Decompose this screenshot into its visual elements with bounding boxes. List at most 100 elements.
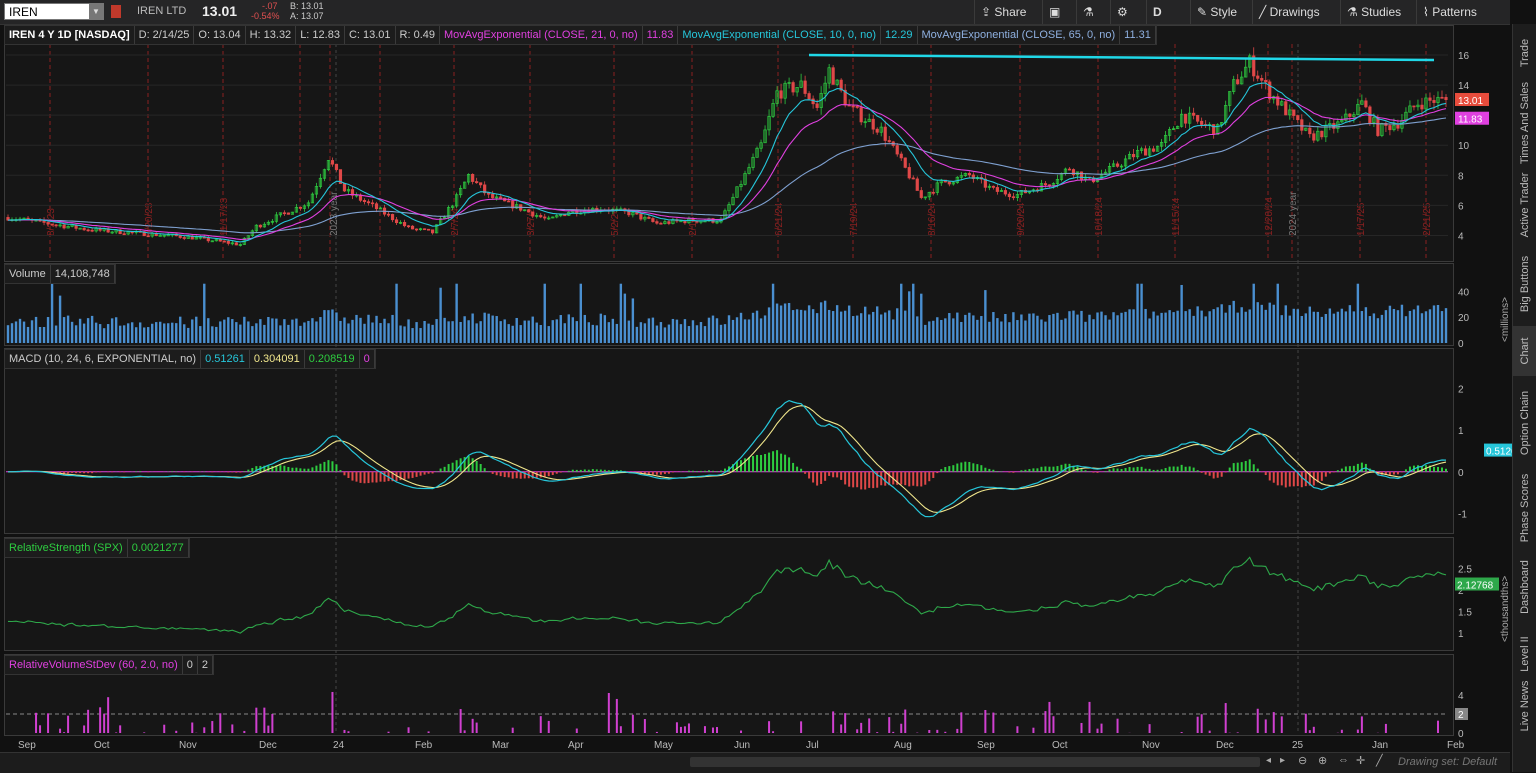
price-tick-10: 10 [1458, 141, 1470, 152]
sidebar-tab-option-chain[interactable]: Option Chain [1513, 378, 1536, 468]
rvs-label[interactable]: RelativeVolumeStDev (60, 2.0, no) [5, 656, 183, 674]
candle-body [1071, 169, 1076, 176]
ohlc-high: H: 13.32 [246, 26, 297, 44]
candle-body [1412, 105, 1416, 108]
candle-body [851, 105, 855, 108]
ema21-label[interactable]: MovAvgExponential (CLOSE, 21, 0, no) [440, 26, 643, 44]
sidebar-tab-phase-scores[interactable]: Phase Scores [1513, 470, 1536, 545]
price-tick-14: 14 [1458, 81, 1470, 92]
candle-body [479, 182, 483, 186]
scrollbar[interactable] [690, 757, 1260, 767]
candle-body [1312, 133, 1316, 141]
candle-body [430, 229, 435, 234]
time-label-Oct: Oct [94, 740, 110, 751]
candle-body [655, 221, 659, 224]
candle-body [146, 235, 150, 238]
candle-body [995, 187, 999, 192]
candle-body [1200, 120, 1204, 125]
candle-body [899, 153, 903, 159]
candle-body [903, 157, 907, 168]
candle-body [226, 240, 230, 244]
zoom-in-icon[interactable]: ⊕ [1318, 754, 1327, 767]
rs-label[interactable]: RelativeStrength (SPX) [5, 539, 128, 557]
candle-body [222, 240, 226, 243]
macd-tick-1: 1 [1458, 426, 1464, 437]
candle-body [667, 221, 671, 224]
rs-header: RelativeStrength (SPX) 0.0021277 [4, 538, 190, 558]
ohlc-close: C: 13.01 [345, 26, 396, 44]
rs-tick-2.5: 2.5 [1458, 565, 1472, 576]
sidebar-tab-big-buttons[interactable]: Big Buttons [1513, 244, 1536, 324]
candle-body [635, 212, 639, 215]
crosshair-icon[interactable]: ✛ [1356, 754, 1365, 767]
drawing-set[interactable]: Drawing set: Default [1398, 756, 1497, 768]
candle-body [1256, 75, 1260, 79]
time-label-Jun: Jun [734, 740, 750, 751]
candle-body [1003, 190, 1007, 195]
candle-body [218, 239, 222, 242]
sidebar-tab-label: Phase Scores [1519, 473, 1531, 542]
candle-body [491, 193, 495, 199]
rs-tick-1.5: 1.5 [1458, 608, 1472, 619]
candle-body [695, 220, 699, 223]
candle-body [258, 224, 262, 228]
right-sidebar: Trade Times And Sales Active Trader Big But… [1512, 24, 1536, 772]
macd-signal-line [8, 405, 1447, 513]
sidebar-tab-dashboard[interactable]: Dashboard [1513, 547, 1536, 627]
candle-body [907, 167, 911, 179]
candle-body [915, 178, 919, 191]
event-label-11: 9/20/24 [1016, 202, 1027, 236]
candle-body [334, 163, 339, 170]
sidebar-tab-label: Option Chain [1519, 390, 1531, 456]
ema65-label[interactable]: MovAvgExponential (CLOSE, 65, 0, no) [918, 26, 1121, 44]
candle-body [1420, 104, 1424, 110]
ema10-label[interactable]: MovAvgExponential (CLOSE, 10, 0, no) [678, 26, 881, 44]
sidebar-tab-label: Level II [1519, 636, 1531, 672]
macd-value: 0.51261 [201, 350, 250, 368]
candle-body [1115, 163, 1120, 167]
macd-zero-value: 0 [360, 350, 375, 368]
scroll-left-icon[interactable]: ◂ [1266, 755, 1271, 766]
time-label-Feb: Feb [1447, 740, 1465, 751]
candle-body [86, 229, 90, 232]
event-label-6: 5/2/24 [610, 208, 621, 236]
candle-body [1184, 113, 1188, 124]
time-label-Aug: Aug [894, 740, 912, 751]
macd-tick-0: 0 [1458, 468, 1464, 479]
volume-tick-20: 20 [1458, 313, 1470, 324]
chart-title: IREN 4 Y 1D [NASDAQ] [5, 26, 135, 44]
price-header: IREN 4 Y 1D [NASDAQ] D: 2/14/25 O: 13.04 H:… [4, 25, 1157, 45]
scroll-right-icon[interactable]: ▸ [1280, 755, 1285, 766]
candle-body [402, 222, 407, 227]
candle-body [887, 140, 891, 143]
candle-body [831, 67, 835, 85]
event-label-17: 2/21/25 [1422, 202, 1433, 236]
candle-body [507, 200, 511, 203]
macd-label[interactable]: MACD (10, 24, 6, EXPONENTIAL, no) [5, 350, 202, 368]
candle-body [651, 218, 655, 222]
sidebar-tab-chart[interactable]: Chart [1513, 326, 1536, 376]
candle-body [1079, 171, 1084, 180]
candle-body [406, 225, 411, 228]
draw-icon[interactable]: ╱ [1376, 754, 1383, 767]
price-tick-4: 4 [1458, 231, 1464, 242]
candle-body [527, 209, 531, 213]
candle-body [947, 181, 951, 185]
candle-body [855, 105, 859, 108]
candle-body [875, 128, 879, 133]
zoom-out-icon[interactable]: ⊖ [1298, 754, 1307, 767]
sidebar-tab-level-ii[interactable]: Level II [1513, 629, 1536, 679]
sidebar-tab-trade[interactable]: Trade [1513, 28, 1536, 78]
candle-body [50, 223, 54, 226]
candle-body [895, 145, 899, 155]
ema21-badge-text: 11.83 [1458, 115, 1483, 126]
candle-body [182, 237, 186, 239]
candle-body [1440, 96, 1444, 99]
sidebar-tab-active-trader[interactable]: Active Trader [1513, 167, 1536, 242]
sidebar-tab-live-news[interactable]: Live News [1513, 681, 1536, 732]
sidebar-tab-times-and-sales[interactable]: Times And Sales [1513, 80, 1536, 165]
time-label-May: May [654, 740, 673, 751]
volume-label[interactable]: Volume [5, 265, 51, 283]
rs-badge-text: 2.12768 [1457, 581, 1494, 592]
pan-icon[interactable]: ⇔ [1338, 754, 1349, 766]
